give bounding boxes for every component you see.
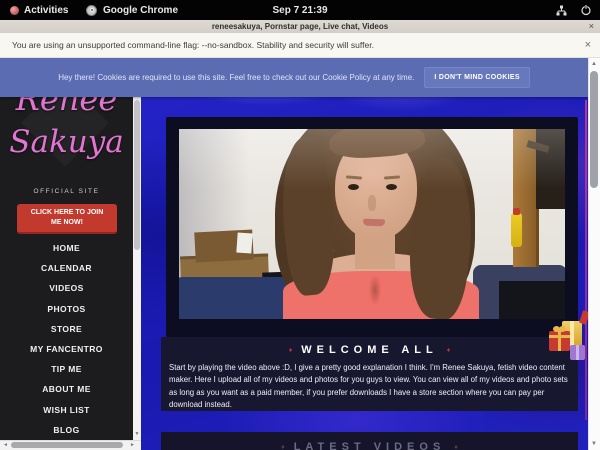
browser-scroll-thumb[interactable] xyxy=(590,71,598,188)
app-menu-button[interactable]: Google Chrome xyxy=(86,0,178,20)
cookie-accept-button[interactable]: I DON'T MIND COOKIES xyxy=(424,67,529,88)
sidebar-item-store[interactable]: STORE xyxy=(0,319,133,339)
sidebar-item-photos[interactable]: PHOTOS xyxy=(0,299,133,319)
gift-ribbon-shape xyxy=(558,331,561,351)
diamond-icon: ♦ xyxy=(289,347,293,354)
sidebar-item-about-me[interactable]: ABOUT ME xyxy=(0,379,133,399)
sidebar-scroll-right-icon[interactable]: ► xyxy=(128,440,137,450)
system-tray[interactable] xyxy=(556,0,592,20)
cookie-banner: Hey there! Cookies are required to use t… xyxy=(0,58,588,97)
sidebar-horizontal-scroll-thumb[interactable] xyxy=(11,442,123,448)
network-icon xyxy=(556,5,567,16)
lips-shape xyxy=(363,219,385,227)
sidebar-item-blog[interactable]: BLOG xyxy=(0,420,133,440)
system-top-bar: Activities Google Chrome Sep 7 21:39 xyxy=(0,0,600,20)
browser-scroll-up-icon[interactable]: ▲ xyxy=(588,58,600,70)
cookie-message: Hey there! Cookies are required to use t… xyxy=(58,73,414,82)
paper-shape xyxy=(236,233,252,254)
sidebar: Renee Sakuya OFFICIAL SITE CLICK HERE TO… xyxy=(0,58,133,440)
welcome-paragraph: Start by playing the video above :D, I g… xyxy=(169,362,571,411)
welcome-section: ♦ WELCOME ALL ♦ Start by playing the vid… xyxy=(161,337,578,411)
activities-label: Activities xyxy=(24,5,68,16)
nose-shape xyxy=(368,195,376,211)
video-still[interactable] xyxy=(179,129,565,319)
diamond-icon: ♦ xyxy=(281,444,285,450)
welcome-heading-row: ♦ WELCOME ALL ♦ xyxy=(161,337,578,356)
sidebar-item-calendar[interactable]: CALENDAR xyxy=(0,258,133,278)
sidebar-item-videos[interactable]: VIDEOS xyxy=(0,278,133,298)
sidebar-vertical-scroll-thumb[interactable] xyxy=(134,100,140,250)
welcome-heading: WELCOME ALL xyxy=(301,344,437,356)
shading-shape xyxy=(369,275,381,305)
warning-close-icon[interactable]: × xyxy=(585,33,591,58)
app-menu-label: Google Chrome xyxy=(103,5,178,16)
bottle-cap-shape xyxy=(513,208,520,215)
sidebar-scroll-down-icon[interactable]: ▼ xyxy=(133,428,141,440)
power-icon xyxy=(580,4,592,16)
monitor-shape xyxy=(499,281,565,319)
window-title: reneesakuya, Pornstar page, Live chat, V… xyxy=(212,22,388,31)
screen: Activities Google Chrome Sep 7 21:39 ren… xyxy=(0,0,600,450)
latest-videos-heading: LATEST VIDEOS xyxy=(294,441,446,450)
chrome-warning-bar: You are using an unsupported command-lin… xyxy=(0,33,600,58)
gift-ribbon-shape xyxy=(576,345,579,360)
chrome-icon xyxy=(86,5,97,16)
browser-scroll-down-icon[interactable]: ▼ xyxy=(588,438,600,450)
sidebar-scroll-left-icon[interactable]: ◄ xyxy=(1,440,10,450)
activities-button[interactable]: Activities xyxy=(10,0,68,20)
window-close-icon[interactable]: × xyxy=(589,20,594,33)
diamond-icon: ♦ xyxy=(454,444,458,450)
clock-label: Sep 7 21:39 xyxy=(272,5,327,16)
window-title-bar[interactable]: reneesakuya, Pornstar page, Live chat, V… xyxy=(0,20,600,33)
camera-glare-shape xyxy=(179,129,565,189)
diamond-icon: ♦ xyxy=(447,347,451,354)
latest-videos-heading-row: ♦ LATEST VIDEOS ♦ xyxy=(161,432,578,450)
distro-dot-icon xyxy=(10,6,19,15)
yellow-bottle-shape xyxy=(511,213,522,247)
site-tagline: OFFICIAL SITE xyxy=(0,188,133,195)
sidebar-item-wish-list[interactable]: WISH LIST xyxy=(0,400,133,420)
warning-message: You are using an unsupported command-lin… xyxy=(12,33,374,58)
latest-videos-section: ♦ LATEST VIDEOS ♦ xyxy=(161,432,578,450)
sidebar-item-tip-me[interactable]: TIP ME xyxy=(0,359,133,379)
gift-bow-shape xyxy=(559,326,566,332)
sidebar-item-my-fancentro[interactable]: MY FANCENTRO xyxy=(0,339,133,359)
site-logo-line2[interactable]: Sakuya xyxy=(0,124,133,160)
sidebar-menu: HOME CALENDAR VIDEOS PHOTOS STORE MY FAN… xyxy=(0,238,133,440)
join-button[interactable]: CLICK HERE TO JOIN ME NOW! xyxy=(17,204,117,234)
page-right-border xyxy=(585,100,587,420)
gifts-icon[interactable] xyxy=(549,317,588,365)
sidebar-item-home[interactable]: HOME xyxy=(0,238,133,258)
